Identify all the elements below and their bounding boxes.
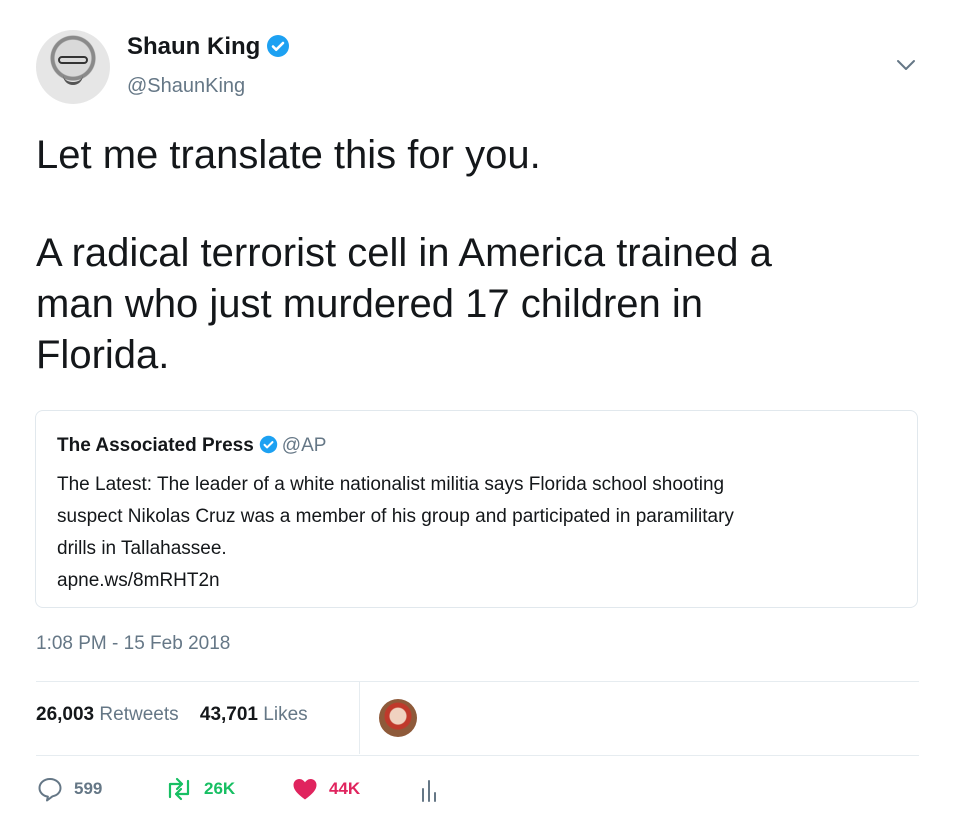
- quoted-line: drills in Tallahassee.: [57, 538, 227, 559]
- tweet-line: man who just murdered 17 children in: [36, 282, 704, 326]
- quoted-line: suspect Nikolas Cruz was a member of his…: [57, 506, 734, 527]
- quoted-tweet-header: The Associated Press @AP: [57, 435, 326, 457]
- retweet-count: 26K: [204, 779, 236, 798]
- tweet-stats: 26,003 Retweets 43,701 Likes: [36, 704, 324, 726]
- author-handle[interactable]: @ShaunKing: [127, 75, 245, 98]
- likes-label[interactable]: Likes: [263, 704, 307, 725]
- quoted-tweet[interactable]: The Associated Press @AP The Latest: The …: [35, 410, 918, 608]
- reply-icon: [38, 778, 62, 802]
- tweet-text: Let me translate this for you. A radical…: [36, 130, 772, 381]
- retweets-count[interactable]: 26,003: [36, 704, 94, 725]
- retweet-icon: [168, 777, 190, 801]
- liker-avatar[interactable]: [379, 699, 417, 737]
- reply-count: 599: [74, 779, 103, 798]
- quoted-tweet-text: The Latest: The leader of a white nation…: [57, 469, 734, 597]
- like-button[interactable]: 44K: [291, 774, 360, 804]
- quoted-author-handle: @AP: [281, 435, 327, 456]
- retweet-button[interactable]: 26K: [164, 774, 235, 804]
- verified-badge-icon: [267, 34, 290, 57]
- chevron-down-icon[interactable]: [896, 58, 916, 72]
- heart-icon: [293, 779, 317, 800]
- avatar-smile: [63, 74, 83, 85]
- stats-separator: [359, 682, 360, 754]
- quoted-link[interactable]: apne.ws/8mRHT2n: [57, 565, 734, 597]
- reply-button[interactable]: 599: [36, 774, 102, 804]
- quoted-author-name: The Associated Press: [57, 435, 254, 456]
- tweet-line: A radical terrorist cell in America trai…: [36, 231, 772, 275]
- tweet-timestamp[interactable]: 1:08 PM - 15 Feb 2018: [36, 633, 230, 655]
- tweet-line: Florida.: [36, 333, 170, 377]
- author-avatar[interactable]: [36, 30, 110, 104]
- retweets-label[interactable]: Retweets: [99, 704, 178, 725]
- avatar-glasses: [58, 56, 88, 64]
- analytics-button[interactable]: [419, 774, 449, 804]
- divider: [36, 681, 919, 682]
- like-count: 44K: [329, 779, 361, 798]
- author-name-text[interactable]: Shaun King: [127, 33, 260, 60]
- quoted-line: The Latest: The leader of a white nation…: [57, 474, 725, 495]
- divider: [36, 755, 919, 756]
- verified-badge-icon: [259, 435, 277, 454]
- tweet-line: Let me translate this for you.: [36, 133, 541, 177]
- likes-count[interactable]: 43,701: [200, 704, 258, 725]
- author-name[interactable]: Shaun King: [127, 33, 290, 61]
- analytics-icon: [422, 780, 436, 802]
